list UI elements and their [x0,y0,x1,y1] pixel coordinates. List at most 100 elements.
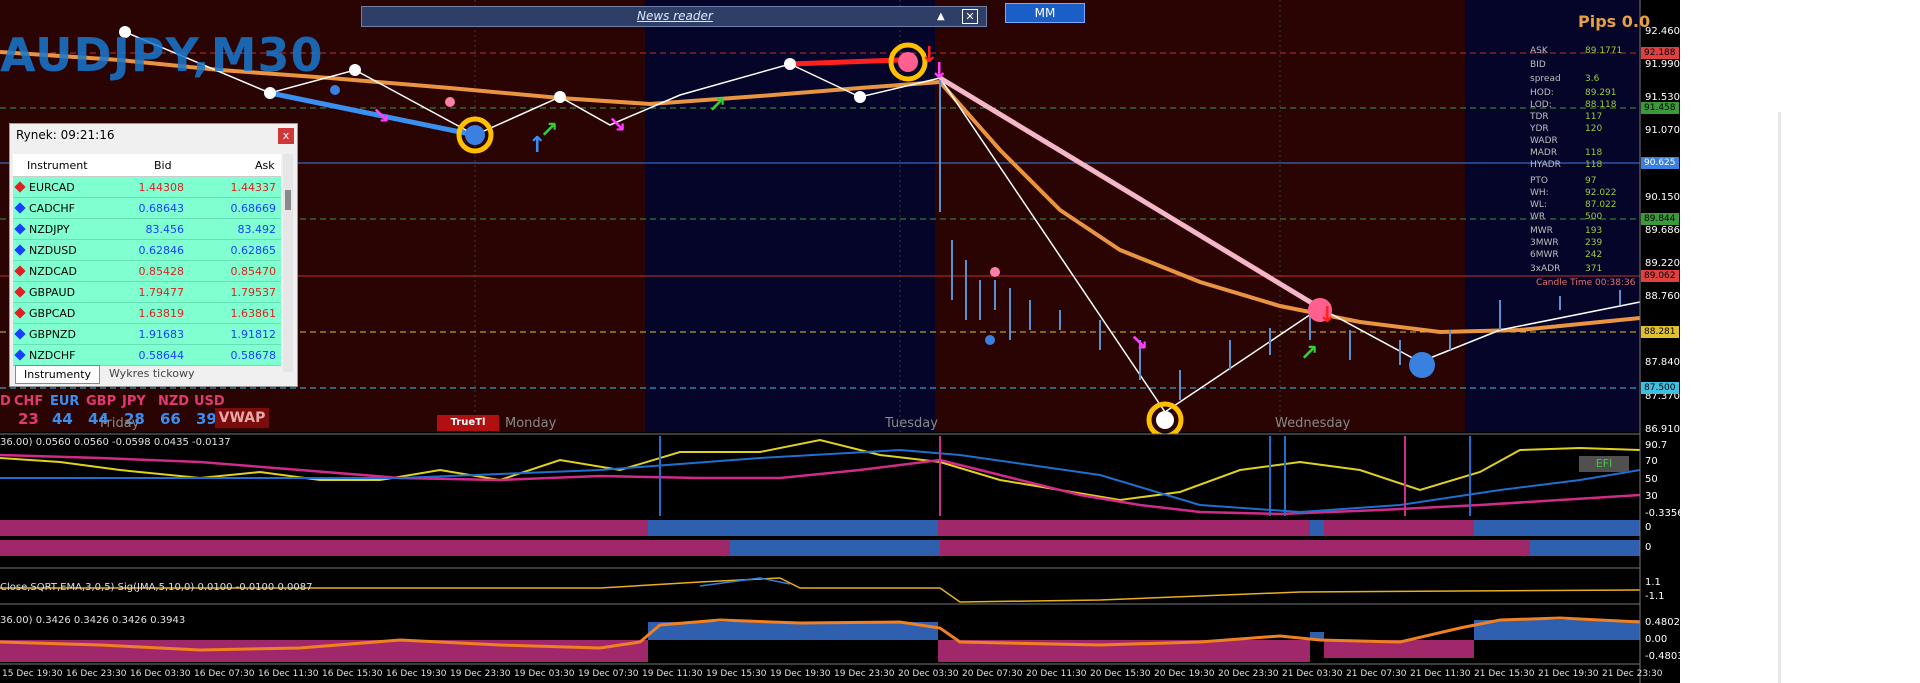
stat-row: HOD: 89.291 [1530,88,1617,98]
instrument-bid: 0.85428 [138,265,185,278]
instrument-symbol: EURCAD [29,181,75,194]
empty-workspace [1680,0,1920,683]
tab-instruments[interactable]: Instrumenty [15,365,101,384]
instrument-ask: 1.79537 [230,286,277,299]
time-tick: 16 Dec 23:30 [66,669,127,679]
instrument-bid: 0.62846 [138,244,185,257]
currency-name: EUR [50,394,80,409]
close-icon[interactable]: x [278,128,294,144]
price-tick: 88.760 [1645,291,1680,302]
instrument-ask: 0.68669 [230,202,277,215]
instrument-symbol: GBPCAD [29,307,76,320]
time-tick: 20 Dec 19:30 [1154,669,1215,679]
price-tick: 89.220 [1645,258,1680,269]
stat-row: 6MWR 242 [1530,250,1603,260]
price-tick: 92.460 [1645,26,1680,37]
instrument-bid: 0.58644 [138,349,185,362]
price-up-icon [14,244,26,256]
time-tick: 20 Dec 15:30 [1090,669,1151,679]
svg-text:↘: ↘ [608,113,626,138]
stat-row: WADR [1530,136,1558,146]
instrument-row[interactable]: NZDJPY 83.456 83.492 [13,219,281,240]
market-watch-panel[interactable]: Rynek: 09:21:16 x Instrument Bid Ask EUR… [9,123,298,387]
currency-name: USD [194,394,225,409]
level-tag: 90.625 [1641,157,1679,169]
stat-row: 3xADR 371 [1530,264,1603,274]
time-tick: 21 Dec 19:30 [1538,669,1599,679]
tab-tick-chart[interactable]: Wykres tickowy [109,367,194,380]
instrument-row[interactable]: NZDUSD 0.62846 0.62865 [13,240,281,261]
indicator-1-label: 36.00) 0.0560 0.0560 -0.0598 0.0435 -0.0… [0,437,231,448]
currency-name: GBP [86,394,117,409]
vertical-scrollbar[interactable] [1778,112,1781,683]
level-tag: 89.062 [1641,270,1679,282]
stat-row: WR 500 [1530,212,1603,222]
col-bid[interactable]: Bid [154,159,172,172]
news-reader-link[interactable]: News reader [637,9,713,23]
instrument-row[interactable]: GBPNZD 1.91683 1.91812 [13,324,281,345]
indicator-2-tick: 0 [1645,542,1652,553]
currency-name: D [0,394,11,409]
level-tag: 91.458 [1641,102,1679,114]
indicator-1-tick: 50 [1645,474,1658,485]
stat-row: PTO 97 [1530,176,1597,186]
time-tick: 19 Dec 23:30 [450,669,511,679]
market-watch-scrollbar[interactable] [283,154,293,372]
time-tick: 16 Dec 15:30 [322,669,383,679]
stat-row: MWR 193 [1530,226,1603,236]
indicator-4-tick: 0.00 [1645,634,1668,645]
stat-row: WL: 87.022 [1530,200,1617,210]
stat-row: YDR 120 [1530,124,1603,134]
instrument-row[interactable]: GBPCAD 1.63819 1.63861 [13,303,281,324]
time-tick: 20 Dec 23:30 [1218,669,1279,679]
price-down-icon [14,307,26,319]
instrument-row[interactable]: NZDCAD 0.85428 0.85470 [13,261,281,282]
indicator-3-tick: 1.1 [1645,577,1661,588]
instrument-row[interactable]: NZDCHF 0.58644 0.58678 [13,345,281,366]
col-ask[interactable]: Ask [255,159,275,172]
close-icon[interactable]: ✕ [962,9,978,24]
price-up-icon [14,202,26,214]
instrument-bid: 1.79477 [138,286,185,299]
market-watch-tabs: Instrumenty Wykres tickowy [13,365,281,385]
instrument-bid: 0.68643 [138,202,185,215]
pips-counter: Pips 0.0 [1578,12,1651,31]
instrument-list: EURCAD 1.44308 1.44337 CADCHF 0.68643 0.68669… [13,177,281,366]
instrument-row[interactable]: CADCHF 0.68643 0.68669 [13,198,281,219]
svg-text:↗: ↗ [1300,341,1318,366]
time-tick: 15 Dec 19:30 [2,669,63,679]
vwap-button[interactable]: VWAP [215,408,269,428]
market-watch-title: Rynek: 09:21:16 [16,128,115,142]
time-tick: 20 Dec 11:30 [1026,669,1087,679]
currency-value: 44 [52,410,73,428]
truetl-button[interactable]: TrueTl [437,415,499,431]
instrument-symbol: NZDUSD [29,244,77,257]
symbol-timeframe-label: AUDJPY,M30 [0,28,324,82]
market-watch-header: Instrument Bid Ask [13,154,281,177]
collapse-icon[interactable]: ▲ [937,11,945,22]
instrument-row[interactable]: GBPAUD 1.79477 1.79537 [13,282,281,303]
time-tick: 21 Dec 15:30 [1474,669,1535,679]
time-tick: 16 Dec 03:30 [130,669,191,679]
price-tick: 90.150 [1645,192,1680,203]
price-chart[interactable]: ↑ ↗ ↓ ↓ ↘ ↗ ↓ ↗ ↘ ↘ AUDJPY,M30 Pips 0.0 … [0,0,1680,683]
instrument-row[interactable]: EURCAD 1.44308 1.44337 [13,177,281,198]
price-tick: 87.840 [1645,357,1680,368]
instrument-symbol: NZDCAD [29,265,77,278]
stat-row: HYADR 118 [1530,160,1603,170]
day-label: Monday [505,416,557,431]
currency-name: CHF [14,394,44,409]
stat-row: 3MWR 239 [1530,238,1603,248]
svg-text:↗: ↗ [708,93,726,118]
news-reader-bar[interactable]: News reader ▲ ✕ [361,6,987,27]
level-tag: 88.281 [1641,326,1679,338]
instrument-bid: 1.63819 [138,307,185,320]
mm-button[interactable]: MM [1005,3,1085,23]
indicator-1-tick: -0.3356 [1645,508,1680,519]
scrollbar-thumb[interactable] [285,190,291,210]
col-instrument[interactable]: Instrument [27,159,88,172]
time-tick: 21 Dec 11:30 [1410,669,1471,679]
instrument-symbol: GBPNZD [29,328,76,341]
svg-text:↗: ↗ [540,118,558,143]
indicator-2-tick: 0 [1645,522,1652,533]
